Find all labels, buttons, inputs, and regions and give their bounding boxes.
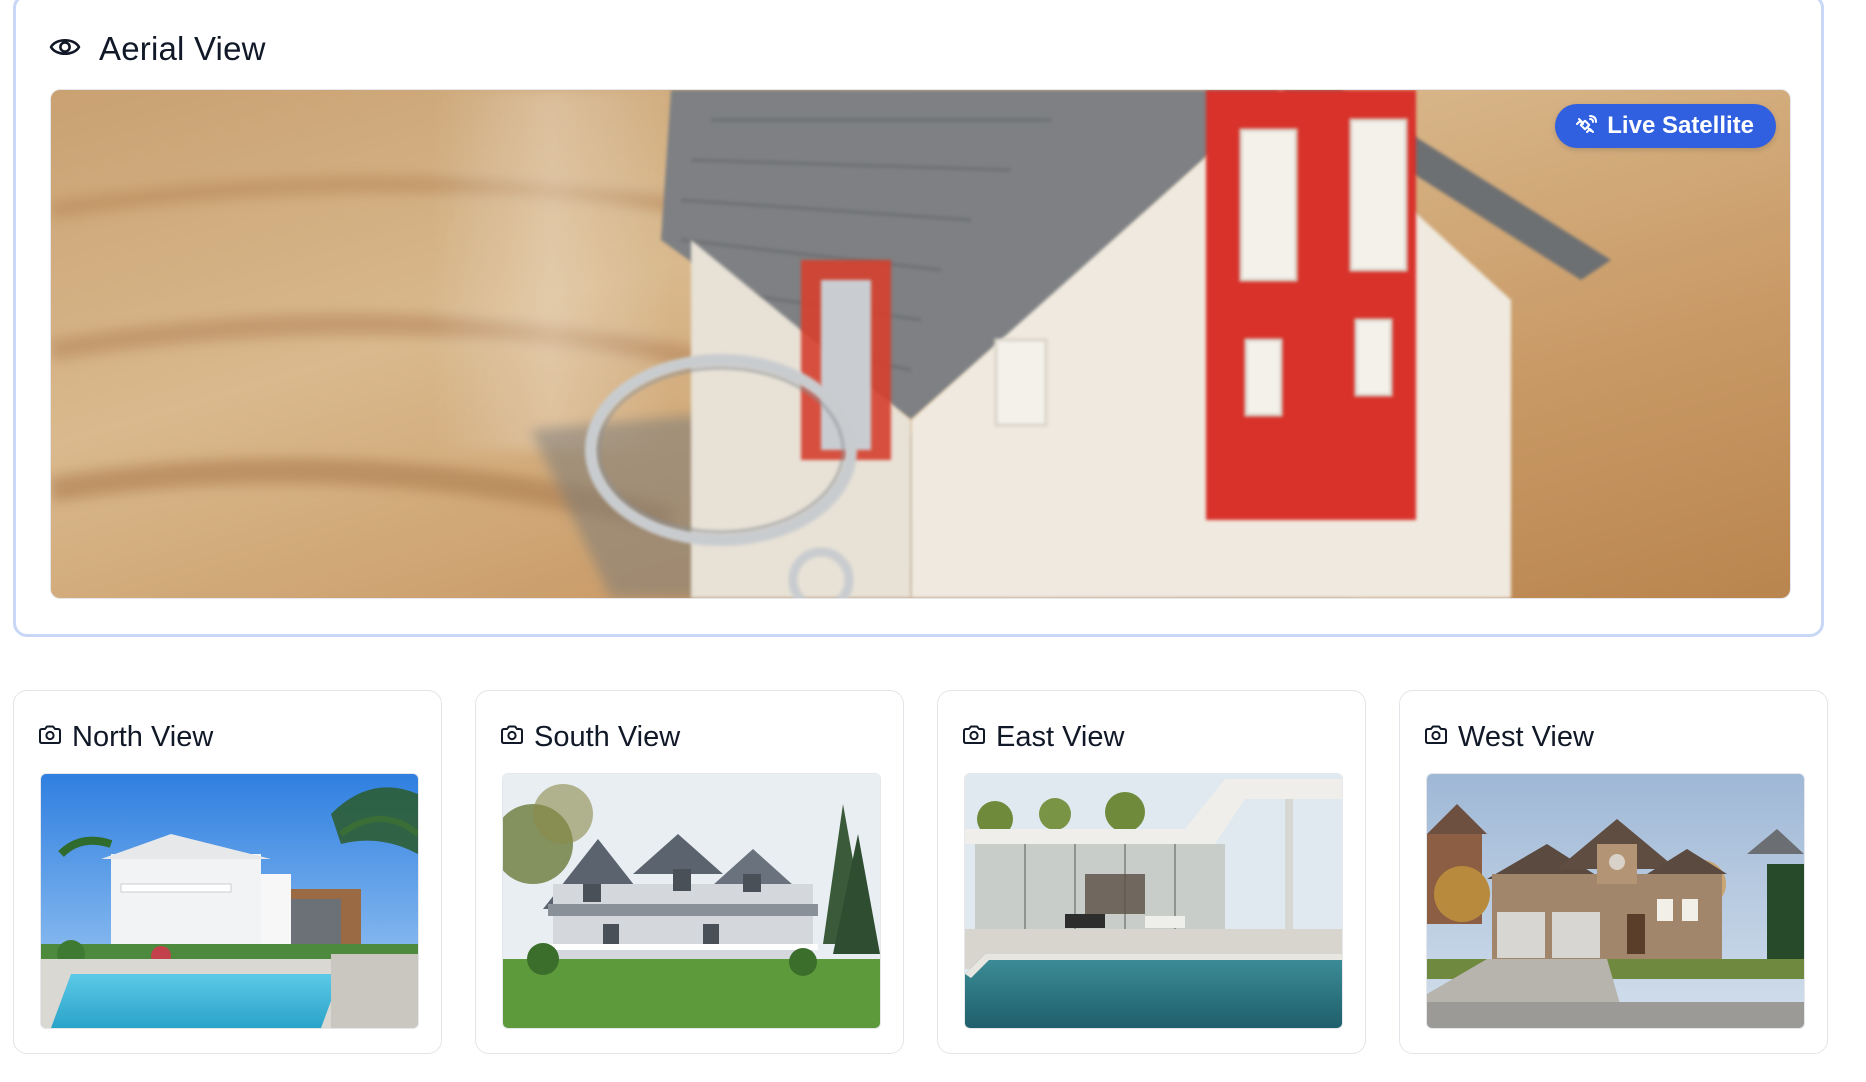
east-view-title: East View (996, 720, 1125, 753)
east-view-card: East View (937, 690, 1366, 1054)
east-view-image[interactable] (964, 773, 1343, 1029)
north-view-title: North View (72, 720, 214, 753)
camera-icon (38, 725, 62, 750)
south-view-image[interactable] (502, 773, 881, 1029)
camera-icon (500, 725, 524, 750)
aerial-view-image[interactable]: Live Satellite (50, 89, 1791, 599)
camera-icon (1424, 725, 1448, 750)
west-view-header: West View (1424, 717, 1594, 757)
aerial-view-title: Aerial View (99, 30, 266, 67)
aerial-view-card: Aerial View Live Satellite (13, 0, 1824, 637)
aerial-view-header: Aerial View (49, 27, 266, 71)
south-view-card: South View (475, 690, 904, 1054)
camera-icon (962, 725, 986, 750)
satellite-icon (1575, 115, 1598, 137)
west-view-card: West View (1399, 690, 1828, 1054)
north-view-card: North View (13, 690, 442, 1054)
south-view-title: South View (534, 720, 681, 753)
live-satellite-badge[interactable]: Live Satellite (1555, 104, 1776, 148)
north-view-header: North View (38, 717, 213, 757)
live-satellite-label: Live Satellite (1607, 112, 1754, 139)
eye-icon (49, 36, 81, 63)
north-view-image[interactable] (40, 773, 419, 1029)
south-view-header: South View (500, 717, 680, 757)
east-view-header: East View (962, 717, 1124, 757)
west-view-image[interactable] (1426, 773, 1805, 1029)
west-view-title: West View (1458, 720, 1594, 753)
